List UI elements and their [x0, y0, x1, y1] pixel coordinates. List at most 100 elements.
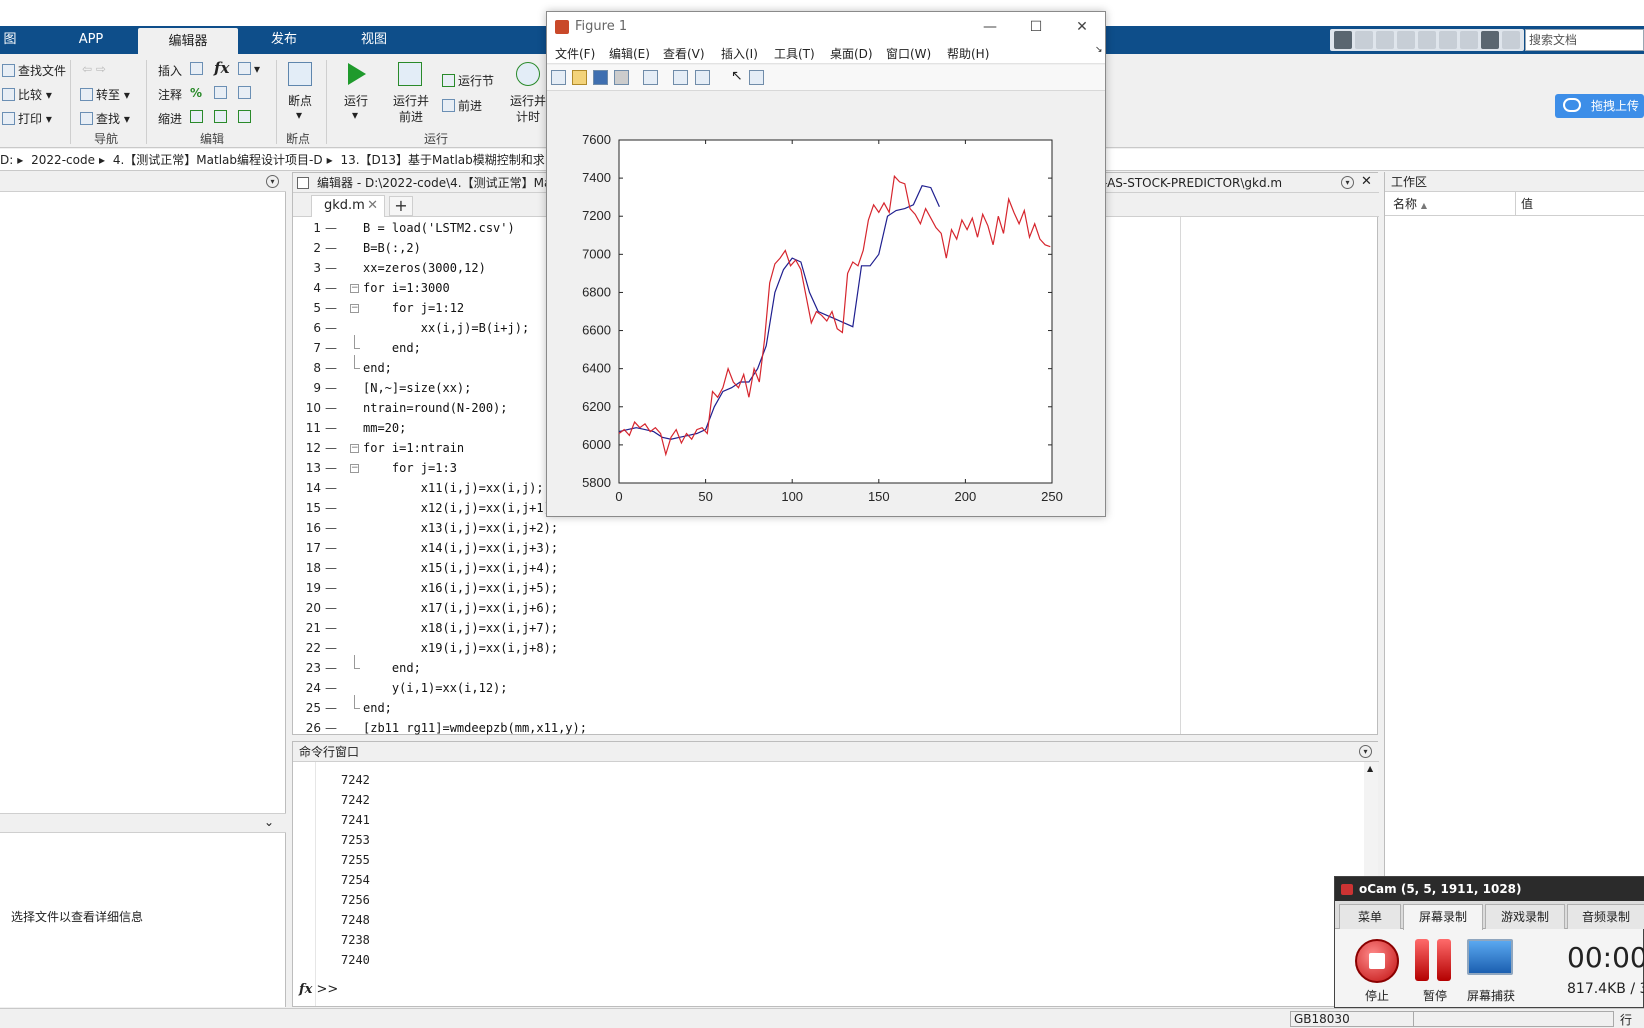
stop-label[interactable]: 停止 — [1355, 987, 1399, 1004]
code-line[interactable]: x16(i,j)=xx(i,j+5); — [363, 581, 558, 595]
drag-upload-button[interactable]: 拖拽上传 — [1555, 94, 1644, 118]
print-button[interactable]: 打印 ▾ — [2, 110, 52, 127]
breakpoint-marker[interactable]: — — [325, 441, 337, 455]
tab-view[interactable]: 视图 — [342, 26, 406, 54]
scroll-up-icon[interactable]: ▲ — [1367, 764, 1373, 773]
close-icon[interactable]: ✕ — [1361, 174, 1372, 189]
breakpoint-marker[interactable]: — — [325, 341, 337, 355]
menu-insert[interactable]: 插入(I) — [721, 45, 758, 62]
code-line[interactable]: ntrain=round(N-200); — [363, 401, 508, 415]
run-section-button[interactable]: 运行节 — [442, 72, 494, 89]
minimize-button[interactable]: — — [967, 12, 1013, 42]
code-line[interactable]: [N,~]=size(xx); — [363, 381, 471, 395]
breakpoints-button[interactable]: 断点 — [288, 92, 312, 109]
breakpoint-marker[interactable]: — — [325, 581, 337, 595]
new-figure-icon[interactable] — [551, 70, 566, 85]
ocam-tab-menu[interactable]: 菜单 — [1339, 904, 1401, 929]
breakpoint-marker[interactable]: — — [325, 281, 337, 295]
smart-indent-icon[interactable] — [190, 110, 206, 124]
ocam-tab-screen-record[interactable]: 屏幕录制 — [1403, 904, 1483, 930]
open-file-icon[interactable] — [572, 70, 587, 85]
cut-icon[interactable] — [1355, 31, 1373, 49]
insert-section-icon[interactable] — [190, 62, 206, 76]
new-tab-button[interactable]: + — [389, 196, 413, 216]
code-line[interactable]: for j=1:12 — [363, 301, 464, 315]
column-header-name[interactable]: 名称 ▲ — [1393, 195, 1427, 212]
chevron-down-icon[interactable] — [1502, 31, 1520, 49]
breakpoint-marker[interactable]: — — [325, 261, 337, 275]
switch-windows-icon[interactable] — [1460, 31, 1478, 49]
code-fold-icon[interactable]: − — [350, 284, 359, 293]
tab-plot[interactable]: 图 — [0, 26, 20, 54]
copy-icon[interactable] — [1376, 31, 1394, 49]
advance-button[interactable]: 前进 — [442, 97, 482, 114]
chevron-down-icon[interactable]: ⌄ — [264, 815, 274, 829]
insert-legend-icon[interactable] — [695, 70, 710, 85]
code-line[interactable]: x19(i,j)=xx(i,j+8); — [363, 641, 558, 655]
insert-function-icon[interactable]: fx — [214, 59, 229, 77]
code-line[interactable]: x14(i,j)=xx(i,j+3); — [363, 541, 558, 555]
breakpoints-icon[interactable] — [288, 62, 312, 86]
column-header-value[interactable]: 值 — [1521, 195, 1533, 212]
menu-desktop[interactable]: 桌面(D) — [830, 45, 873, 62]
code-line[interactable]: mm=20; — [363, 421, 406, 435]
indent-button[interactable]: 缩进 — [158, 110, 182, 127]
code-line[interactable]: x17(i,j)=xx(i,j+6); — [363, 601, 558, 615]
redo-icon[interactable] — [1439, 31, 1457, 49]
find-button[interactable]: 查找 ▾ — [80, 110, 130, 127]
code-line[interactable]: xx=zeros(3000,12) — [363, 261, 486, 275]
breakpoint-marker[interactable]: — — [325, 241, 337, 255]
breakpoint-marker[interactable]: — — [325, 721, 337, 735]
run-advance-button[interactable]: 运行并 — [393, 92, 429, 109]
code-line[interactable]: end; — [363, 341, 421, 355]
code-fold-icon[interactable]: − — [350, 304, 359, 313]
code-fold-icon[interactable]: − — [350, 444, 359, 453]
breakpoint-marker[interactable]: — — [325, 641, 337, 655]
tab-app[interactable]: APP — [60, 26, 122, 54]
menu-tools[interactable]: 工具(T) — [774, 45, 815, 62]
chevron-down-icon[interactable]: ▾ — [296, 108, 302, 122]
insert-text-icon[interactable]: ▾ — [238, 62, 260, 76]
breakpoint-marker[interactable]: — — [325, 561, 337, 575]
code-line[interactable]: B = load('LSTM2.csv') — [363, 221, 515, 235]
column-separator[interactable] — [1515, 192, 1516, 216]
breakpoint-marker[interactable]: — — [325, 321, 337, 335]
tab-publish[interactable]: 发布 — [254, 26, 314, 54]
link-plot-icon[interactable] — [643, 70, 658, 85]
compare-button[interactable]: 比较 ▾ — [2, 86, 52, 103]
breakpoint-marker[interactable]: — — [325, 521, 337, 535]
decrease-indent-icon[interactable] — [238, 110, 254, 124]
panel-actions-icon[interactable]: ▾ — [266, 175, 279, 188]
breakpoint-marker[interactable]: — — [325, 221, 337, 235]
menu-window[interactable]: 窗口(W) — [886, 45, 931, 62]
increase-indent-icon[interactable] — [214, 110, 230, 124]
insert-colorbar-icon[interactable] — [673, 70, 688, 85]
code-line[interactable]: end; — [363, 361, 392, 375]
menu-help[interactable]: 帮助(H) — [947, 45, 989, 62]
code-line[interactable]: xx(i,j)=B(i+j); — [363, 321, 529, 335]
code-fold-icon[interactable]: − — [350, 464, 359, 473]
breakpoint-marker[interactable]: — — [325, 361, 337, 375]
code-line[interactable]: y(i,1)=xx(i,12); — [363, 681, 508, 695]
editor-tab-gkd[interactable]: gkd.m ✕ — [311, 195, 385, 217]
ocam-tab-game-record[interactable]: 游戏录制 — [1485, 904, 1565, 929]
insert-button[interactable]: 插入 — [158, 62, 182, 79]
print-icon[interactable] — [614, 70, 629, 85]
screen-capture-icon[interactable] — [1467, 939, 1513, 975]
breadcrumb-item[interactable]: D: — [0, 153, 13, 167]
menu-file[interactable]: 文件(F) — [555, 45, 595, 62]
breakpoint-marker[interactable]: — — [325, 701, 337, 715]
code-line[interactable]: end; — [363, 701, 392, 715]
code-line[interactable]: B=B(:,2) — [363, 241, 421, 255]
run-icon[interactable] — [348, 63, 366, 85]
code-line[interactable]: x15(i,j)=xx(i,j+4); — [363, 561, 558, 575]
breadcrumb-item[interactable]: 4.【测试正常】Matlab编程设计项目-D — [113, 153, 323, 167]
breakpoint-marker[interactable]: — — [325, 381, 337, 395]
chevron-down-icon[interactable]: ▾ — [352, 108, 358, 122]
paste-icon[interactable] — [1397, 31, 1415, 49]
uncomment-icon[interactable] — [214, 86, 230, 100]
ocam-tab-audio-record[interactable]: 音频录制 — [1567, 904, 1644, 929]
breakpoint-marker[interactable]: — — [325, 461, 337, 475]
wrap-comments-icon[interactable] — [238, 86, 254, 100]
close-window-button[interactable]: ✕ — [1059, 12, 1105, 42]
